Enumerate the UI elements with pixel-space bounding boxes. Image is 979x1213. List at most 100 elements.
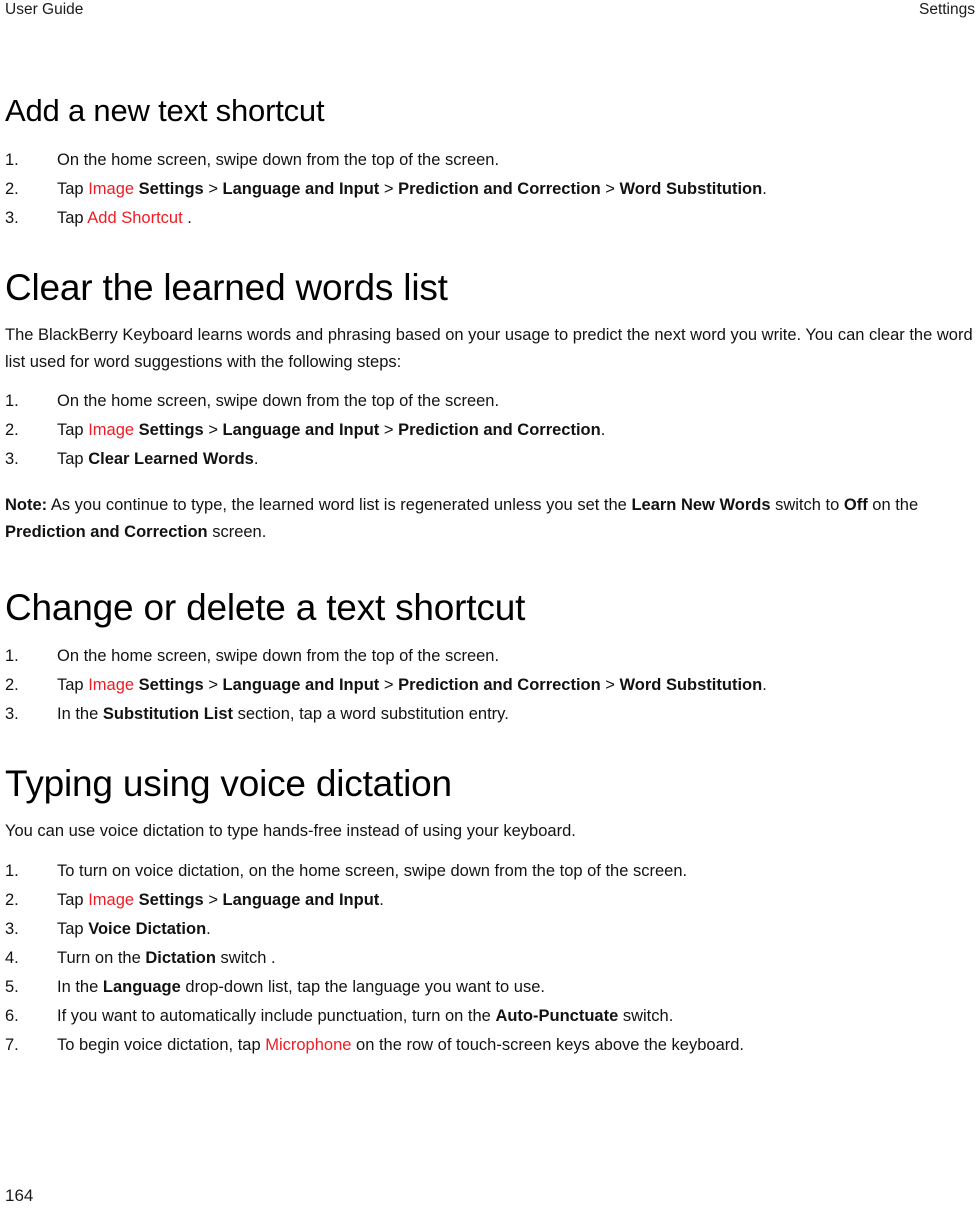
step-item: 3. Tap Add Shortcut . — [5, 204, 975, 233]
step-number: 4. — [5, 948, 19, 967]
page-content: Add a new text shortcut 1. On the home sc… — [5, 26, 975, 1060]
emphasis-text: Prediction and Correction — [398, 676, 601, 694]
step-text: Turn on the Dictation switch . — [57, 949, 276, 967]
plain-text: On the home screen, swipe down from the … — [57, 647, 500, 665]
plain-text: . — [600, 421, 606, 439]
step-text: On the home screen, swipe down from the … — [57, 151, 499, 169]
steps-list-add-a-new-text-shortcut: 1. On the home screen, swipe down from th… — [5, 146, 975, 233]
steps-list-clear-the-learned-words-list: 1. On the home screen, swipe down from th… — [5, 387, 975, 474]
plain-text: On the home screen, swipe down from the … — [57, 392, 500, 410]
plain-text: Turn on the — [57, 948, 146, 967]
plain-text: . — [253, 450, 259, 468]
plain-text: on the row of touch-screen keys above th… — [351, 1035, 744, 1054]
ui-reference-text[interactable]: Image — [88, 180, 134, 198]
step-number: 1. — [5, 392, 19, 410]
step-item: 2. Tap Image Settings > Language and Inpu… — [5, 671, 975, 700]
emphasis-text: Clear Learned Words — [88, 450, 254, 468]
step-text: Tap Image Settings > Language and Input … — [57, 676, 767, 694]
step-number: 3. — [5, 209, 19, 227]
plain-text: Tap — [57, 180, 89, 198]
plain-text: > — [600, 180, 620, 198]
plain-text: Tap — [57, 209, 88, 227]
plain-text: > — [379, 421, 399, 439]
plain-text: Tap — [57, 676, 89, 694]
step-number: 6. — [5, 1006, 19, 1025]
emphasis-text: Settings — [138, 180, 204, 198]
plain-text: > — [203, 676, 223, 694]
plain-text: . — [379, 890, 384, 909]
step-item: 3. Tap Voice Dictation. — [5, 915, 975, 944]
ui-reference-text[interactable]: Add Shortcut — [87, 209, 182, 227]
plain-text: switch. — [618, 1006, 674, 1025]
step-item: 2. Tap Image Settings > Language and Inpu… — [5, 416, 975, 445]
plain-text: . — [762, 676, 767, 694]
emphasis-text: Language and Input — [222, 676, 380, 694]
plain-text: In the — [57, 705, 103, 723]
step-text: Tap Add Shortcut . — [57, 209, 192, 227]
plain-text: drop-down list, tap the language you wan… — [180, 977, 545, 996]
section-title-add-a-new-text-shortcut: Add a new text shortcut — [5, 93, 325, 128]
step-item: 1. To turn on voice dictation, on the hom… — [5, 857, 975, 886]
ui-reference-text[interactable]: Image — [88, 891, 134, 909]
plain-text: . — [762, 180, 767, 198]
steps-list-change-or-delete-a-text-shortcut: 1. On the home screen, swipe down from th… — [5, 642, 975, 729]
emphasis-text: Prediction and Correction — [5, 522, 208, 541]
step-item: 1. On the home screen, swipe down from th… — [5, 387, 975, 416]
page-number: 164 — [5, 1186, 34, 1205]
intro-paragraph-typing-using-voice-dictation: You can use voice dictation to type hand… — [5, 822, 576, 840]
running-header: User Guide Settings — [0, 0, 979, 26]
emphasis-text: Word Substitution — [619, 676, 763, 694]
plain-text: on the — [867, 496, 919, 514]
plain-text: As you continue to type, the learned wor… — [47, 496, 632, 514]
plain-text: > — [203, 180, 223, 198]
plain-text: Tap — [57, 890, 89, 909]
plain-text: . — [182, 209, 192, 227]
plain-text: switch . — [215, 948, 276, 967]
emphasis-text: Substitution List — [102, 705, 234, 723]
step-item: 2. Tap Image Settings > Language and Inpu… — [5, 886, 975, 915]
plain-text: . — [206, 919, 211, 938]
step-item: 6. If you want to automatically include p… — [5, 1002, 975, 1031]
emphasis-text: Word Substitution — [619, 180, 763, 198]
step-text: Tap Image Settings > Language and Input. — [57, 891, 384, 909]
step-text: To begin voice dictation, tap Microphone… — [57, 1036, 744, 1054]
step-text: To turn on voice dictation, on the home … — [57, 862, 687, 880]
ui-reference-text[interactable]: Image — [88, 676, 134, 694]
emphasis-text: Prediction and Correction — [398, 180, 601, 198]
step-text: On the home screen, swipe down from the … — [57, 647, 499, 665]
step-text: Tap Clear Learned Words. — [57, 450, 258, 468]
plain-text: On the home screen, swipe down from the … — [57, 151, 500, 169]
step-text: On the home screen, swipe down from the … — [57, 392, 499, 410]
emphasis-text: Language and Input — [222, 890, 380, 909]
plain-text: section, tap a word substitution entry. — [233, 705, 509, 723]
emphasis-text: Settings — [138, 421, 204, 439]
emphasis-text: Settings — [138, 676, 204, 694]
step-text: In the Substitution List section, tap a … — [57, 705, 509, 723]
plain-text: > — [203, 890, 223, 909]
emphasis-text: Settings — [138, 890, 204, 909]
plain-text: > — [379, 180, 399, 198]
step-number: 2. — [5, 676, 19, 694]
emphasis-text: Note: — [5, 496, 48, 514]
note-paragraph-clear-the-learned-words-list: Note: As you continue to type, the learn… — [5, 474, 975, 553]
emphasis-text: Off — [843, 496, 868, 514]
plain-text: Tap — [57, 919, 89, 938]
step-number: 2. — [5, 180, 19, 198]
step-text: Tap Image Settings > Language and Input … — [57, 180, 767, 198]
step-number: 3. — [5, 450, 19, 468]
plain-text: To begin voice dictation, tap — [57, 1035, 266, 1054]
ui-reference-text[interactable]: Microphone — [265, 1036, 351, 1054]
section-title-typing-using-voice-dictation: Typing using voice dictation — [5, 763, 452, 804]
emphasis-text: Dictation — [145, 948, 216, 967]
step-text: Tap Image Settings > Language and Input … — [57, 421, 605, 439]
step-item: 4. Turn on the Dictation switch . — [5, 944, 975, 973]
ui-reference-text[interactable]: Image — [88, 421, 134, 439]
step-number: 3. — [5, 705, 19, 723]
step-number: 7. — [5, 1035, 19, 1054]
plain-text: Tap — [57, 450, 89, 468]
emphasis-text: Language and Input — [222, 421, 380, 439]
step-number: 2. — [5, 421, 19, 439]
step-item: 2. Tap Image Settings > Language and Inpu… — [5, 175, 975, 204]
step-item: 7. To begin voice dictation, tap Micropho… — [5, 1031, 975, 1060]
plain-text: switch to — [770, 496, 844, 514]
